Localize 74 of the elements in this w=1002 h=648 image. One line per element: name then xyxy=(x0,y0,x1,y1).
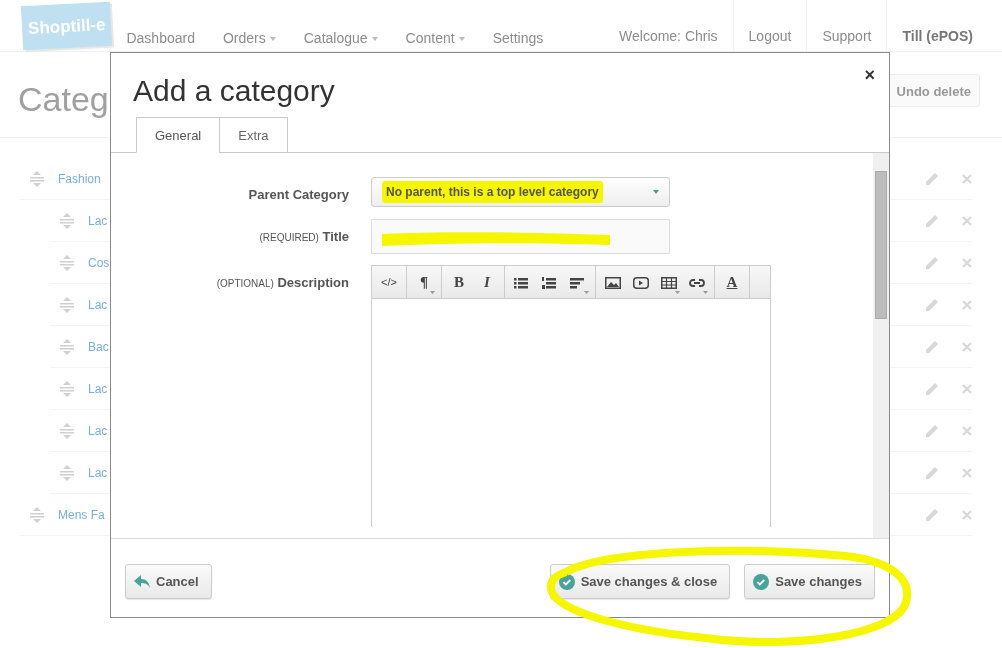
pencil-icon xyxy=(924,464,940,481)
code-view-button[interactable]: </> xyxy=(375,266,403,299)
field-label: (REQUIRED) Title xyxy=(258,228,350,246)
delete-icon xyxy=(962,467,972,478)
delete-icon xyxy=(962,299,972,310)
drag-handle-icon xyxy=(60,464,74,481)
drag-handle-icon xyxy=(60,212,74,229)
reply-arrow-icon xyxy=(134,574,150,589)
caret-icon xyxy=(653,190,659,194)
pencil-icon xyxy=(924,506,940,523)
category-name[interactable]: Fashion xyxy=(58,169,101,188)
pencil-icon xyxy=(924,254,940,271)
tab[interactable]: General xyxy=(136,117,221,153)
field-label: (OPTIONAL) Description xyxy=(215,274,350,292)
delete-icon xyxy=(962,173,972,184)
pencil-icon xyxy=(924,380,940,397)
cancel-button[interactable]: Cancel xyxy=(125,564,212,599)
category-name[interactable]: Mens Fa xyxy=(58,505,105,524)
category-name[interactable]: Lac xyxy=(88,295,108,314)
pencil-icon xyxy=(924,338,940,355)
pencil-icon xyxy=(924,212,940,229)
nav-link[interactable]: Settings xyxy=(492,28,544,51)
category-name[interactable]: Lac xyxy=(88,211,108,230)
pencil-icon xyxy=(924,296,940,313)
drag-handle-icon xyxy=(60,422,74,439)
tab[interactable]: Extra xyxy=(219,117,288,153)
align-left-icon xyxy=(570,276,586,289)
pencil-icon xyxy=(924,170,940,187)
font-color-button[interactable]: A xyxy=(718,266,746,299)
link-icon xyxy=(689,276,705,289)
title-field[interactable] xyxy=(371,219,670,254)
nav-link[interactable]: Till (ePOS) xyxy=(886,0,1002,52)
welcome-text: Welcome: Chris xyxy=(618,27,719,46)
bold-button[interactable]: B xyxy=(445,266,473,299)
delete-icon xyxy=(962,341,972,352)
video-icon xyxy=(633,276,649,289)
category-name[interactable]: Cos xyxy=(88,253,110,272)
paragraph-button[interactable]: ¶ xyxy=(410,266,438,299)
nav-link[interactable]: Orders xyxy=(222,28,276,51)
nav-link[interactable]: Content xyxy=(405,28,465,51)
italic-button[interactable]: I xyxy=(473,266,501,299)
image-icon xyxy=(605,276,621,289)
category-name[interactable]: Bac xyxy=(88,337,109,356)
drag-handle-icon xyxy=(30,506,44,523)
delete-icon xyxy=(962,425,972,436)
drag-handle-icon xyxy=(60,338,74,355)
drag-handle-icon xyxy=(60,380,74,397)
bullet-list-icon xyxy=(514,276,530,289)
save-button[interactable]: Save changes & close xyxy=(549,564,731,599)
scrollbar[interactable] xyxy=(873,153,889,538)
modal-title: Add a category xyxy=(133,73,336,109)
undo-button[interactable]: Undo delete xyxy=(887,74,980,107)
category-name[interactable]: Lac xyxy=(88,379,108,398)
save-button[interactable]: Save changes xyxy=(744,564,875,599)
numbered-list-icon xyxy=(542,276,558,289)
drag-handle-icon xyxy=(60,296,74,313)
nav-link[interactable]: Dashboard xyxy=(126,28,195,51)
delete-icon xyxy=(962,509,972,520)
page-title: Categ xyxy=(18,82,109,120)
close-button[interactable]: × xyxy=(858,61,881,90)
drag-handle-icon xyxy=(60,254,74,271)
table-icon xyxy=(661,276,677,289)
nav-link[interactable]: Catalogue xyxy=(303,28,378,51)
delete-icon xyxy=(962,383,972,394)
category-name[interactable]: Lac xyxy=(88,463,108,482)
category-name[interactable]: Lac xyxy=(88,421,108,440)
pencil-icon xyxy=(924,422,940,439)
delete-icon xyxy=(962,215,972,226)
drag-handle-icon xyxy=(30,170,44,187)
field-label: Parent Category xyxy=(247,186,350,204)
check-circle-icon xyxy=(558,573,575,590)
parent-category-select[interactable]: No parent, this is a top level category xyxy=(371,177,670,207)
delete-icon xyxy=(962,257,972,268)
check-circle-icon xyxy=(753,573,770,590)
